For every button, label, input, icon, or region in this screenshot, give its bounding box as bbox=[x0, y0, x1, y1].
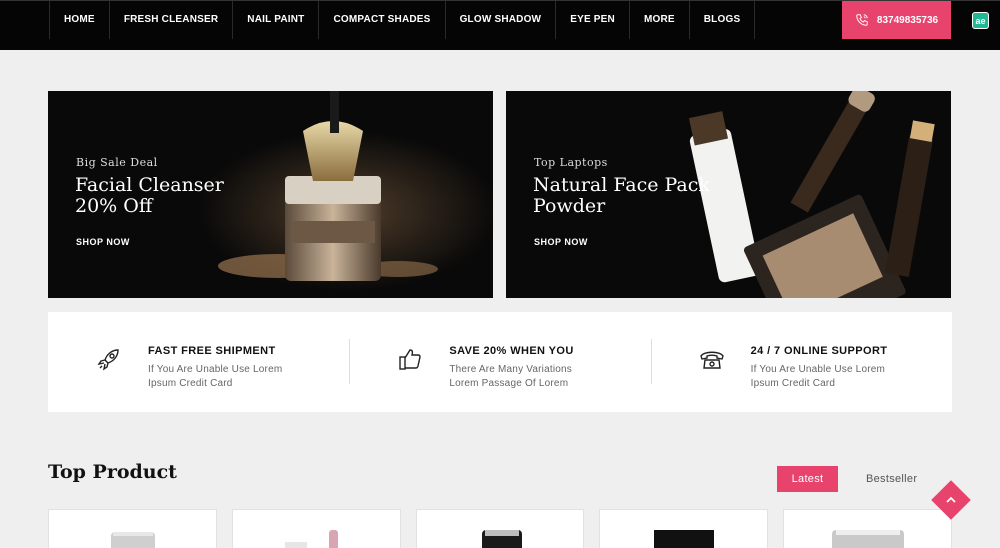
shop-now-link[interactable]: SHOP NOW bbox=[76, 237, 130, 247]
product-grid bbox=[48, 509, 952, 548]
feature-description: If You Are Unable Use Lorem Ipsum Credit… bbox=[148, 363, 298, 391]
feature-title: FAST FREE SHIPMENT bbox=[148, 345, 276, 357]
banner-title-line2: 20% Off bbox=[75, 195, 153, 217]
product-image bbox=[284, 530, 338, 548]
phone-icon bbox=[856, 14, 868, 26]
product-image bbox=[654, 530, 715, 548]
nav-more[interactable]: MORE bbox=[630, 1, 690, 39]
feature-desc-line2: Ipsum Credit Card bbox=[148, 378, 233, 389]
section-title: Top Product bbox=[48, 461, 177, 483]
main-menu: HOME FRESH CLEANSER NAIL PAINT COMPACT S… bbox=[49, 1, 756, 39]
banner-eyebrow: Top Laptops bbox=[534, 156, 608, 169]
banner-title-line1: Natural Face Pack bbox=[533, 174, 710, 196]
top-navigation: HOME FRESH CLEANSER NAIL PAINT COMPACT S… bbox=[0, 0, 1000, 50]
feature-desc-line1: If You Are Unable Use Lorem bbox=[750, 364, 886, 375]
rocket-icon bbox=[97, 349, 119, 371]
thumbs-up-icon bbox=[399, 349, 422, 370]
product-card[interactable] bbox=[599, 509, 769, 548]
product-card[interactable] bbox=[48, 509, 217, 548]
banner-natural-face-pack[interactable]: Top Laptops Natural Face Pack Powder SHO… bbox=[506, 91, 951, 298]
phone-number: 83749835736 bbox=[876, 14, 939, 26]
banner-facial-cleanser[interactable]: Big Sale Deal Facial Cleanser 20% Off SH… bbox=[48, 91, 493, 298]
product-image bbox=[111, 532, 155, 548]
banner-title-line2: Powder bbox=[533, 195, 606, 217]
feature-desc-line2: Ipsum Credit Card bbox=[750, 378, 836, 389]
telephone-icon bbox=[699, 351, 724, 369]
banner-title: Natural Face Pack Powder bbox=[533, 175, 763, 217]
feature-title: 24 / 7 ONLINE SUPPORT bbox=[750, 345, 888, 357]
feature-desc-line1: If You Are Unable Use Lorem bbox=[148, 364, 283, 375]
features-bar: FAST FREE SHIPMENT If You Are Unable Use… bbox=[48, 312, 952, 412]
feature-support: 24 / 7 ONLINE SUPPORT If You Are Unable … bbox=[650, 312, 952, 412]
product-image bbox=[832, 530, 905, 548]
feature-description: If You Are Unable Use Lorem Ipsum Credit… bbox=[751, 363, 901, 391]
ae-logo[interactable]: ae bbox=[972, 12, 989, 29]
feature-save: SAVE 20% WHEN YOU There Are Many Variati… bbox=[349, 312, 650, 412]
tab-bestseller[interactable]: Bestseller bbox=[866, 466, 917, 492]
chevron-up-icon bbox=[946, 496, 956, 503]
product-image bbox=[481, 530, 522, 548]
shop-now-link[interactable]: SHOP NOW bbox=[534, 237, 588, 247]
feature-desc-line1: There Are Many Variations bbox=[449, 364, 572, 375]
nav-glow-shadow[interactable]: GLOW SHADOW bbox=[446, 1, 557, 39]
banner-eyebrow: Big Sale Deal bbox=[76, 156, 158, 169]
banner-title: Facial Cleanser 20% Off bbox=[75, 175, 305, 217]
product-card[interactable] bbox=[231, 509, 401, 548]
feature-title: SAVE 20% WHEN YOU bbox=[449, 345, 574, 357]
feature-desc-line2: Lorem Passage Of Lorem bbox=[449, 378, 569, 389]
banner-title-line1: Facial Cleanser bbox=[75, 174, 224, 196]
nav-fresh-cleanser[interactable]: FRESH CLEANSER bbox=[110, 1, 234, 39]
feature-shipment: FAST FREE SHIPMENT If You Are Unable Use… bbox=[48, 312, 349, 412]
tab-latest[interactable]: Latest bbox=[777, 466, 838, 492]
product-card[interactable] bbox=[783, 509, 952, 548]
nav-blogs[interactable]: BLOGS bbox=[690, 1, 756, 39]
product-card[interactable] bbox=[415, 509, 585, 548]
nav-compact-shades[interactable]: COMPACT SHADES bbox=[319, 1, 446, 39]
feature-description: There Are Many Variations Lorem Passage … bbox=[449, 363, 599, 391]
nav-nail-paint[interactable]: NAIL PAINT bbox=[233, 1, 320, 39]
nav-eye-pen[interactable]: EYE PEN bbox=[556, 1, 630, 39]
nav-home[interactable]: HOME bbox=[50, 1, 110, 39]
phone-button[interactable]: 83749835736 bbox=[842, 1, 951, 39]
